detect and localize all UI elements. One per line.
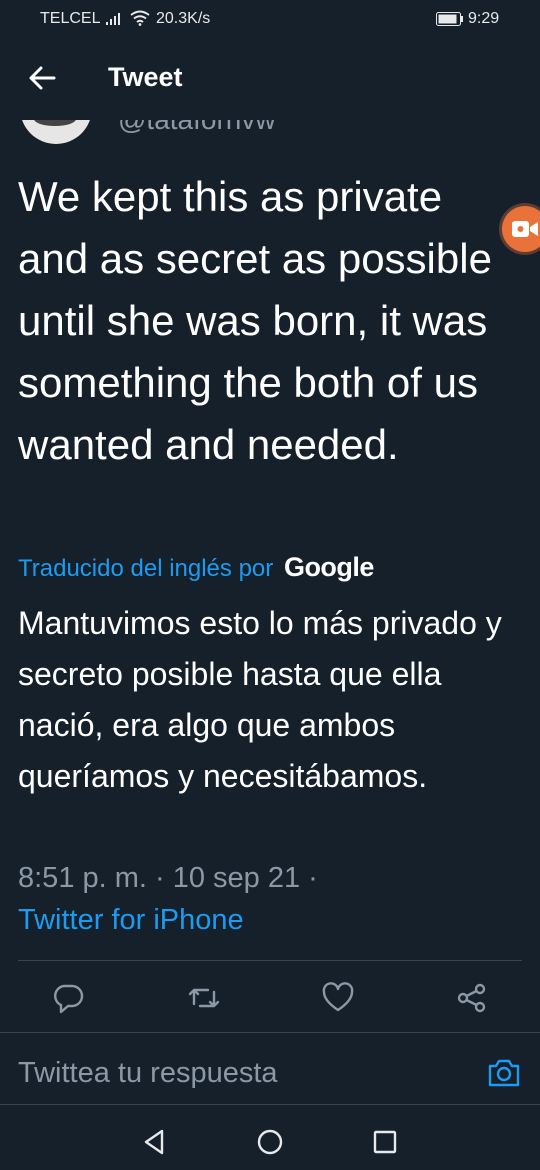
app-bar: Tweet	[0, 38, 540, 120]
reply-icon[interactable]	[50, 980, 86, 1016]
system-nav-bar	[0, 1104, 540, 1170]
arrow-left-icon[interactable]	[24, 60, 60, 96]
carrier-label: TELCEL	[40, 10, 101, 27]
signal-icon	[106, 11, 126, 30]
retweet-icon[interactable]	[186, 980, 222, 1016]
camera-icon[interactable]	[486, 1055, 522, 1091]
tweet-source-link[interactable]: Twitter for iPhone	[18, 904, 244, 937]
translated-by-label: Traducido del inglés por	[18, 555, 274, 582]
google-logo: Google	[283, 552, 375, 582]
clock: 9:29	[468, 10, 500, 27]
divider	[18, 960, 522, 961]
page-title: Tweet	[108, 62, 183, 92]
like-icon[interactable]	[320, 980, 356, 1016]
tweet-timestamp: 8:51 p. m. · 10 sep 21 ·	[18, 862, 318, 894]
translation-attribution[interactable]: Traducido del inglés por Google	[18, 552, 374, 583]
home-circle-icon[interactable]	[255, 1127, 285, 1157]
network-speed: 20.3K/s	[156, 10, 211, 27]
status-bar: TELCEL 20.3K/s 9:29	[0, 0, 540, 38]
wifi-icon	[130, 10, 150, 31]
reply-input[interactable]: Twittea tu respuesta	[18, 1057, 278, 1090]
screen-record-bubble[interactable]	[502, 206, 540, 252]
back-triangle-icon[interactable]	[140, 1127, 170, 1157]
reply-bar: Twittea tu respuesta	[0, 1033, 540, 1103]
recents-square-icon[interactable]	[370, 1127, 400, 1157]
battery-icon	[436, 12, 464, 31]
tweet-translation: Mantuvimos esto lo más privado y secreto…	[18, 605, 502, 794]
tweet-actions	[0, 980, 540, 1016]
share-icon[interactable]	[454, 980, 490, 1016]
tweet-text: We kept this as private and as secret as…	[18, 173, 492, 468]
video-camera-icon	[512, 221, 538, 237]
